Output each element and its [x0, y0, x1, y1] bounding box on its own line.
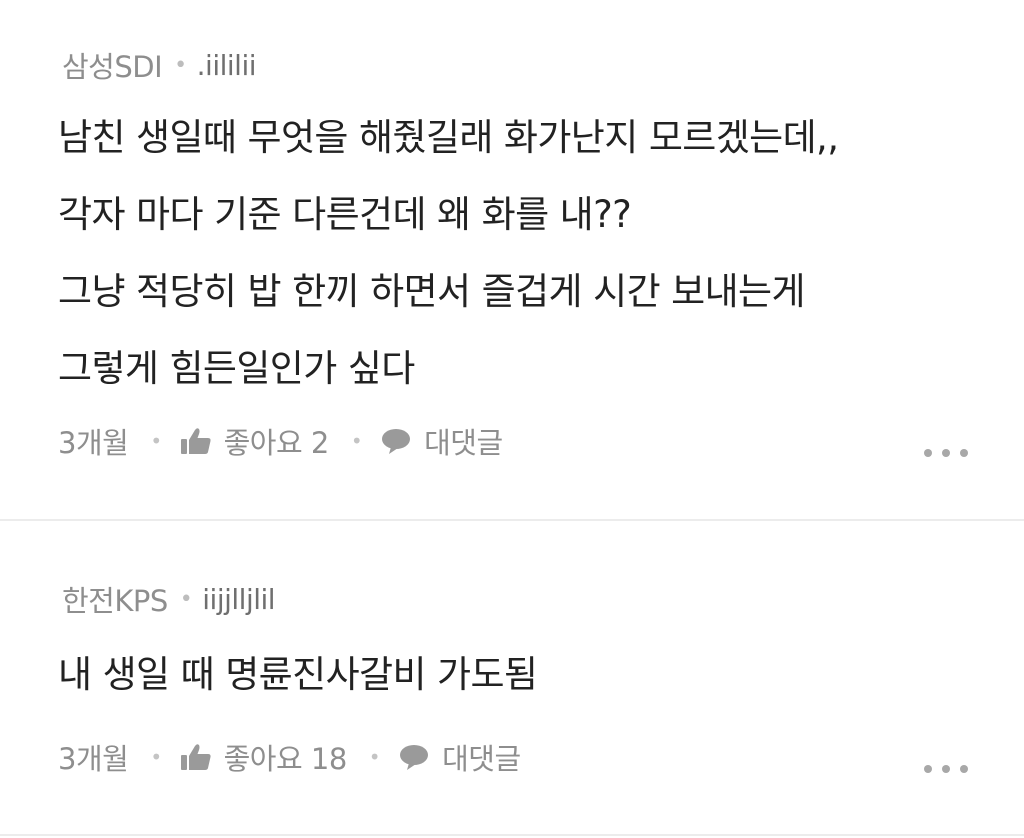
comment-line: 내 생일 때 명륜진사갈비 가도됨	[58, 653, 538, 696]
more-options-button[interactable]	[924, 446, 968, 460]
meta-separator: •	[350, 429, 363, 453]
author-company: 한전KPS	[62, 584, 168, 618]
comment-divider	[0, 834, 1024, 836]
like-button[interactable]: 좋아요 18	[180, 736, 347, 778]
comment-line: 남친 생일때 무엇을 해줬길래 화가난지 모르겠는데,,	[58, 116, 839, 159]
like-count-label: 좋아요 2	[223, 426, 330, 460]
meta-separator: •	[150, 745, 162, 769]
comment-meta: 3개월 • 좋아요 2 • 대댓글	[58, 420, 503, 462]
meta-separator: •	[368, 745, 381, 769]
reply-button[interactable]: 대댓글	[398, 736, 521, 778]
thumbs-up-icon	[180, 428, 211, 454]
more-options-button[interactable]	[924, 762, 968, 776]
like-count-label: 좋아요 18	[223, 742, 348, 776]
comment-item: 삼성SDI • .iililii 남친 생일때 무엇을 해줬길래 화가난지 모르…	[0, 0, 1024, 519]
header-separator: •	[179, 586, 193, 612]
like-button[interactable]: 좋아요 2	[180, 420, 329, 462]
comment-body: 내 생일 때 명륜진사갈비 가도됨	[58, 636, 538, 713]
reply-label: 대댓글	[424, 426, 503, 460]
author-company: 삼성SDI	[62, 50, 163, 84]
more-dots-icon	[924, 765, 932, 773]
header-separator: •	[174, 52, 187, 78]
thumbs-up-icon	[180, 744, 211, 770]
author-nickname[interactable]: iijjlljlil	[202, 583, 275, 616]
comment-time: 3개월	[58, 426, 129, 460]
comment-header: 삼성SDI • .iililii	[62, 44, 257, 86]
speech-bubble-icon	[400, 745, 429, 770]
more-dots-icon	[960, 765, 968, 773]
meta-separator: •	[150, 429, 162, 453]
comment-line: 각자 마다 기준 다른건데 왜 화를 내??	[58, 193, 632, 236]
reply-button[interactable]: 대댓글	[380, 420, 503, 462]
comment-line: 그냥 적당히 밥 한끼 하면서 즐겁게 시간 보내는게	[58, 270, 806, 313]
more-dots-icon	[942, 765, 950, 773]
more-dots-icon	[942, 449, 950, 457]
comment-line: 그렇게 힘든일인가 싶다	[58, 347, 415, 390]
more-dots-icon	[924, 449, 932, 457]
more-dots-icon	[960, 449, 968, 457]
reply-label: 대댓글	[442, 742, 521, 776]
comment-header: 한전KPS • iijjlljlil	[62, 578, 276, 620]
comment-meta: 3개월 • 좋아요 18 • 대댓글	[58, 736, 521, 778]
comment-time: 3개월	[58, 742, 129, 776]
comment-body: 남친 생일때 무엇을 해줬길래 화가난지 모르겠는데,, 각자 마다 기준 다른…	[58, 99, 839, 407]
author-nickname[interactable]: .iililii	[197, 49, 257, 82]
speech-bubble-icon	[382, 429, 411, 454]
